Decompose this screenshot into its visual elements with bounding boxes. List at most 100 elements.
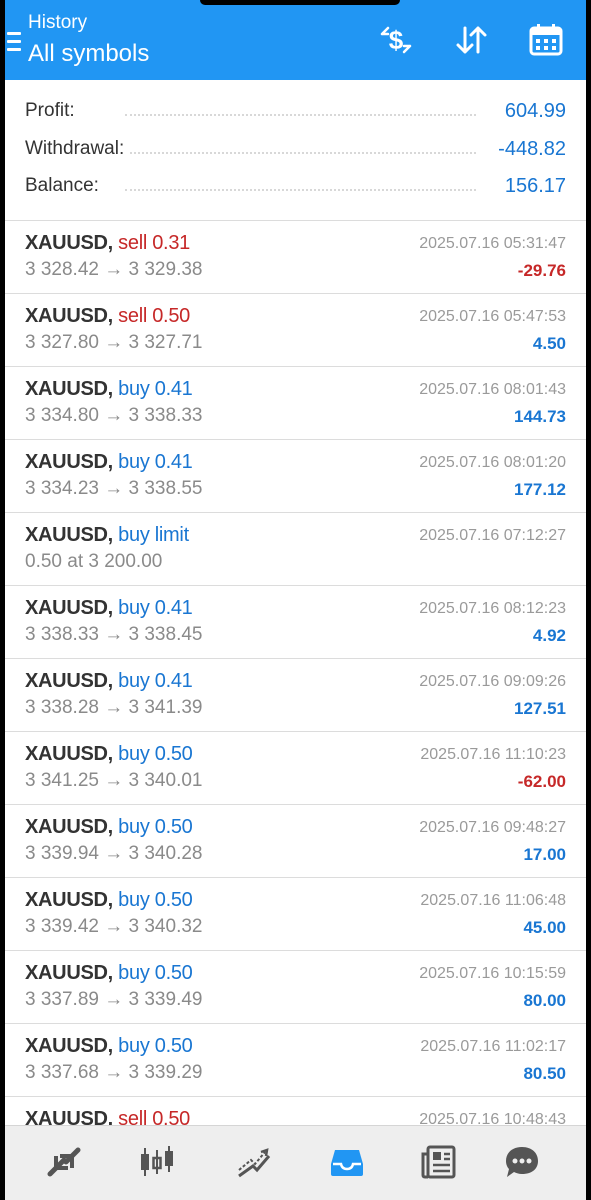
- deal-title: XAUUSD, sell 0.31: [25, 232, 190, 254]
- deal-time: 2025.07.16 05:47:53: [419, 308, 566, 325]
- news-icon: [421, 1145, 456, 1179]
- deal-prices: 3 337.68 → 3 339.29: [25, 1062, 203, 1083]
- deposit-withdraw-button[interactable]: $: [374, 18, 418, 62]
- deal-type: sell 0.31: [118, 232, 190, 254]
- menu-icon[interactable]: [7, 32, 21, 51]
- nav-chart[interactable]: [133, 1140, 181, 1184]
- deal-type: buy 0.41: [118, 451, 193, 473]
- profit-value: 604.99: [498, 100, 566, 123]
- deal-prices: 3 341.25 → 3 340.01: [25, 770, 203, 791]
- profit-label: Profit:: [25, 100, 81, 122]
- deal-type: buy 0.50: [118, 962, 193, 984]
- deal-prices: 3 338.33 → 3 338.45: [25, 624, 203, 645]
- deal-profit: 80.00: [523, 991, 566, 1010]
- calendar-button[interactable]: [524, 18, 568, 62]
- withdrawal-label: Withdrawal:: [25, 138, 131, 160]
- deal-symbol: XAUUSD: [25, 1035, 108, 1057]
- deal-symbol: XAUUSD: [25, 670, 108, 692]
- nav-messages[interactable]: [498, 1140, 546, 1184]
- withdrawal-value: -448.82: [492, 138, 566, 161]
- deal-title: XAUUSD, buy 0.41: [25, 378, 193, 400]
- deal-profit: 177.12: [514, 480, 566, 499]
- deal-profit: 45.00: [523, 918, 566, 937]
- deal-prices: 0.50 at 3 200.00: [25, 551, 163, 572]
- deal-type: buy 0.50: [118, 889, 193, 911]
- deal-time: 2025.07.16 08:01:43: [419, 381, 566, 398]
- summary-row-withdrawal: Withdrawal: -448.82: [25, 138, 566, 166]
- quotes-icon: [47, 1147, 81, 1177]
- deal-title: XAUUSD, buy 0.41: [25, 451, 193, 473]
- deal-prices: 3 334.23 → 3 338.55: [25, 478, 203, 499]
- deal-time: 2025.07.16 08:01:20: [419, 454, 566, 471]
- deal-profit: 17.00: [523, 845, 566, 864]
- deal-row[interactable]: XAUUSD, buy 0.41 3 334.80 → 3 338.33 2025.…: [5, 367, 586, 440]
- deal-row[interactable]: XAUUSD, buy 0.41 3 338.33 → 3 338.45 2025.…: [5, 586, 586, 659]
- history-summary: Profit: 604.99 Withdrawal: -448.82 Balan…: [5, 80, 586, 221]
- nav-news[interactable]: [415, 1140, 463, 1184]
- deal-symbol: XAUUSD: [25, 451, 108, 473]
- deal-row[interactable]: XAUUSD, buy 0.50 3 337.89 → 3 339.49 2025.…: [5, 951, 586, 1024]
- deal-row[interactable]: XAUUSD, buy 0.41 3 334.23 → 3 338.55 2025.…: [5, 440, 586, 513]
- deal-prices: 3 338.28 → 3 341.39: [25, 697, 203, 718]
- sort-button[interactable]: [449, 18, 493, 62]
- deal-time: 2025.07.16 07:12:27: [419, 527, 566, 544]
- deal-symbol: XAUUSD: [25, 597, 108, 619]
- deal-title: XAUUSD, buy 0.50: [25, 889, 193, 911]
- deal-symbol: XAUUSD: [25, 743, 108, 765]
- deal-title: XAUUSD, buy 0.50: [25, 962, 193, 984]
- app-header: History All symbols $: [5, 0, 586, 80]
- header-title[interactable]: All symbols: [28, 40, 149, 68]
- deal-time: 2025.07.16 09:09:26: [419, 673, 566, 690]
- trade-icon: [238, 1148, 271, 1178]
- screen: History All symbols $ Profit: 604.99 Wit…: [5, 0, 586, 1200]
- deal-time: 2025.07.16 09:48:27: [419, 819, 566, 836]
- deal-row[interactable]: XAUUSD, buy 0.50 3 339.94 → 3 340.28 2025.…: [5, 805, 586, 878]
- deal-profit: -62.00: [517, 772, 566, 791]
- deal-row[interactable]: XAUUSD, buy 0.50 3 339.42 → 3 340.32 2025.…: [5, 878, 586, 951]
- deal-profit: 4.50: [532, 334, 566, 353]
- deal-time: 2025.07.16 08:12:23: [419, 600, 566, 617]
- deal-symbol: XAUUSD: [25, 816, 108, 838]
- history-icon: [331, 1150, 363, 1176]
- camera-notch: [200, 0, 400, 5]
- nav-history[interactable]: [323, 1140, 371, 1184]
- deal-profit: 4.92: [532, 626, 566, 645]
- deal-symbol: XAUUSD: [25, 889, 108, 911]
- deal-type: buy 0.41: [118, 597, 193, 619]
- deal-prices: 3 328.42 → 3 329.38: [25, 259, 203, 280]
- deal-symbol: XAUUSD: [25, 962, 108, 984]
- deal-time: 2025.07.16 10:15:59: [419, 965, 566, 982]
- nav-quotes[interactable]: [40, 1140, 88, 1184]
- deal-title: XAUUSD, sell 0.50: [25, 305, 190, 327]
- deal-type: buy 0.50: [118, 816, 193, 838]
- deal-title: XAUUSD, buy 0.50: [25, 816, 193, 838]
- deal-title: XAUUSD, buy limit: [25, 524, 189, 546]
- deal-profit: -29.76: [517, 261, 566, 280]
- deal-type: buy 0.50: [118, 743, 193, 765]
- chart-icon: [141, 1146, 173, 1176]
- deal-row[interactable]: XAUUSD, buy 0.50 3 337.68 → 3 339.29 2025.…: [5, 1024, 586, 1097]
- svg-text:$: $: [389, 25, 404, 55]
- deal-prices: 3 339.42 → 3 340.32: [25, 916, 203, 937]
- deal-row[interactable]: XAUUSD, buy 0.41 3 338.28 → 3 341.39 2025.…: [5, 659, 586, 732]
- deal-type: buy limit: [118, 524, 189, 546]
- deal-title: XAUUSD, buy 0.41: [25, 597, 193, 619]
- deal-type: sell 0.50: [118, 305, 190, 327]
- deal-row[interactable]: XAUUSD, buy limit 0.50 at 3 200.00 2025.07…: [5, 513, 586, 586]
- nav-trade[interactable]: [229, 1140, 277, 1184]
- deal-type: buy 0.41: [118, 670, 193, 692]
- deal-profit: 80.50: [523, 1064, 566, 1083]
- deal-time: 2025.07.16 11:10:23: [420, 746, 566, 763]
- summary-row-profit: Profit: 604.99: [25, 100, 566, 128]
- deal-row[interactable]: XAUUSD, sell 0.50 3 327.80 → 3 327.71 2025…: [5, 294, 586, 367]
- deal-symbol: XAUUSD: [25, 305, 108, 327]
- deal-prices: 3 339.94 → 3 340.28: [25, 843, 203, 864]
- deal-time: 2025.07.16 11:06:48: [420, 892, 566, 909]
- deal-prices: 3 327.80 → 3 327.71: [25, 332, 203, 353]
- deal-prices: 3 337.89 → 3 339.49: [25, 989, 203, 1010]
- deal-profit: 144.73: [514, 407, 566, 426]
- balance-value: 156.17: [498, 175, 566, 198]
- deal-profit: 127.51: [514, 699, 566, 718]
- deal-row[interactable]: XAUUSD, buy 0.50 3 341.25 → 3 340.01 2025.…: [5, 732, 586, 805]
- deal-row[interactable]: XAUUSD, sell 0.31 3 328.42 → 3 329.38 2025…: [5, 221, 586, 294]
